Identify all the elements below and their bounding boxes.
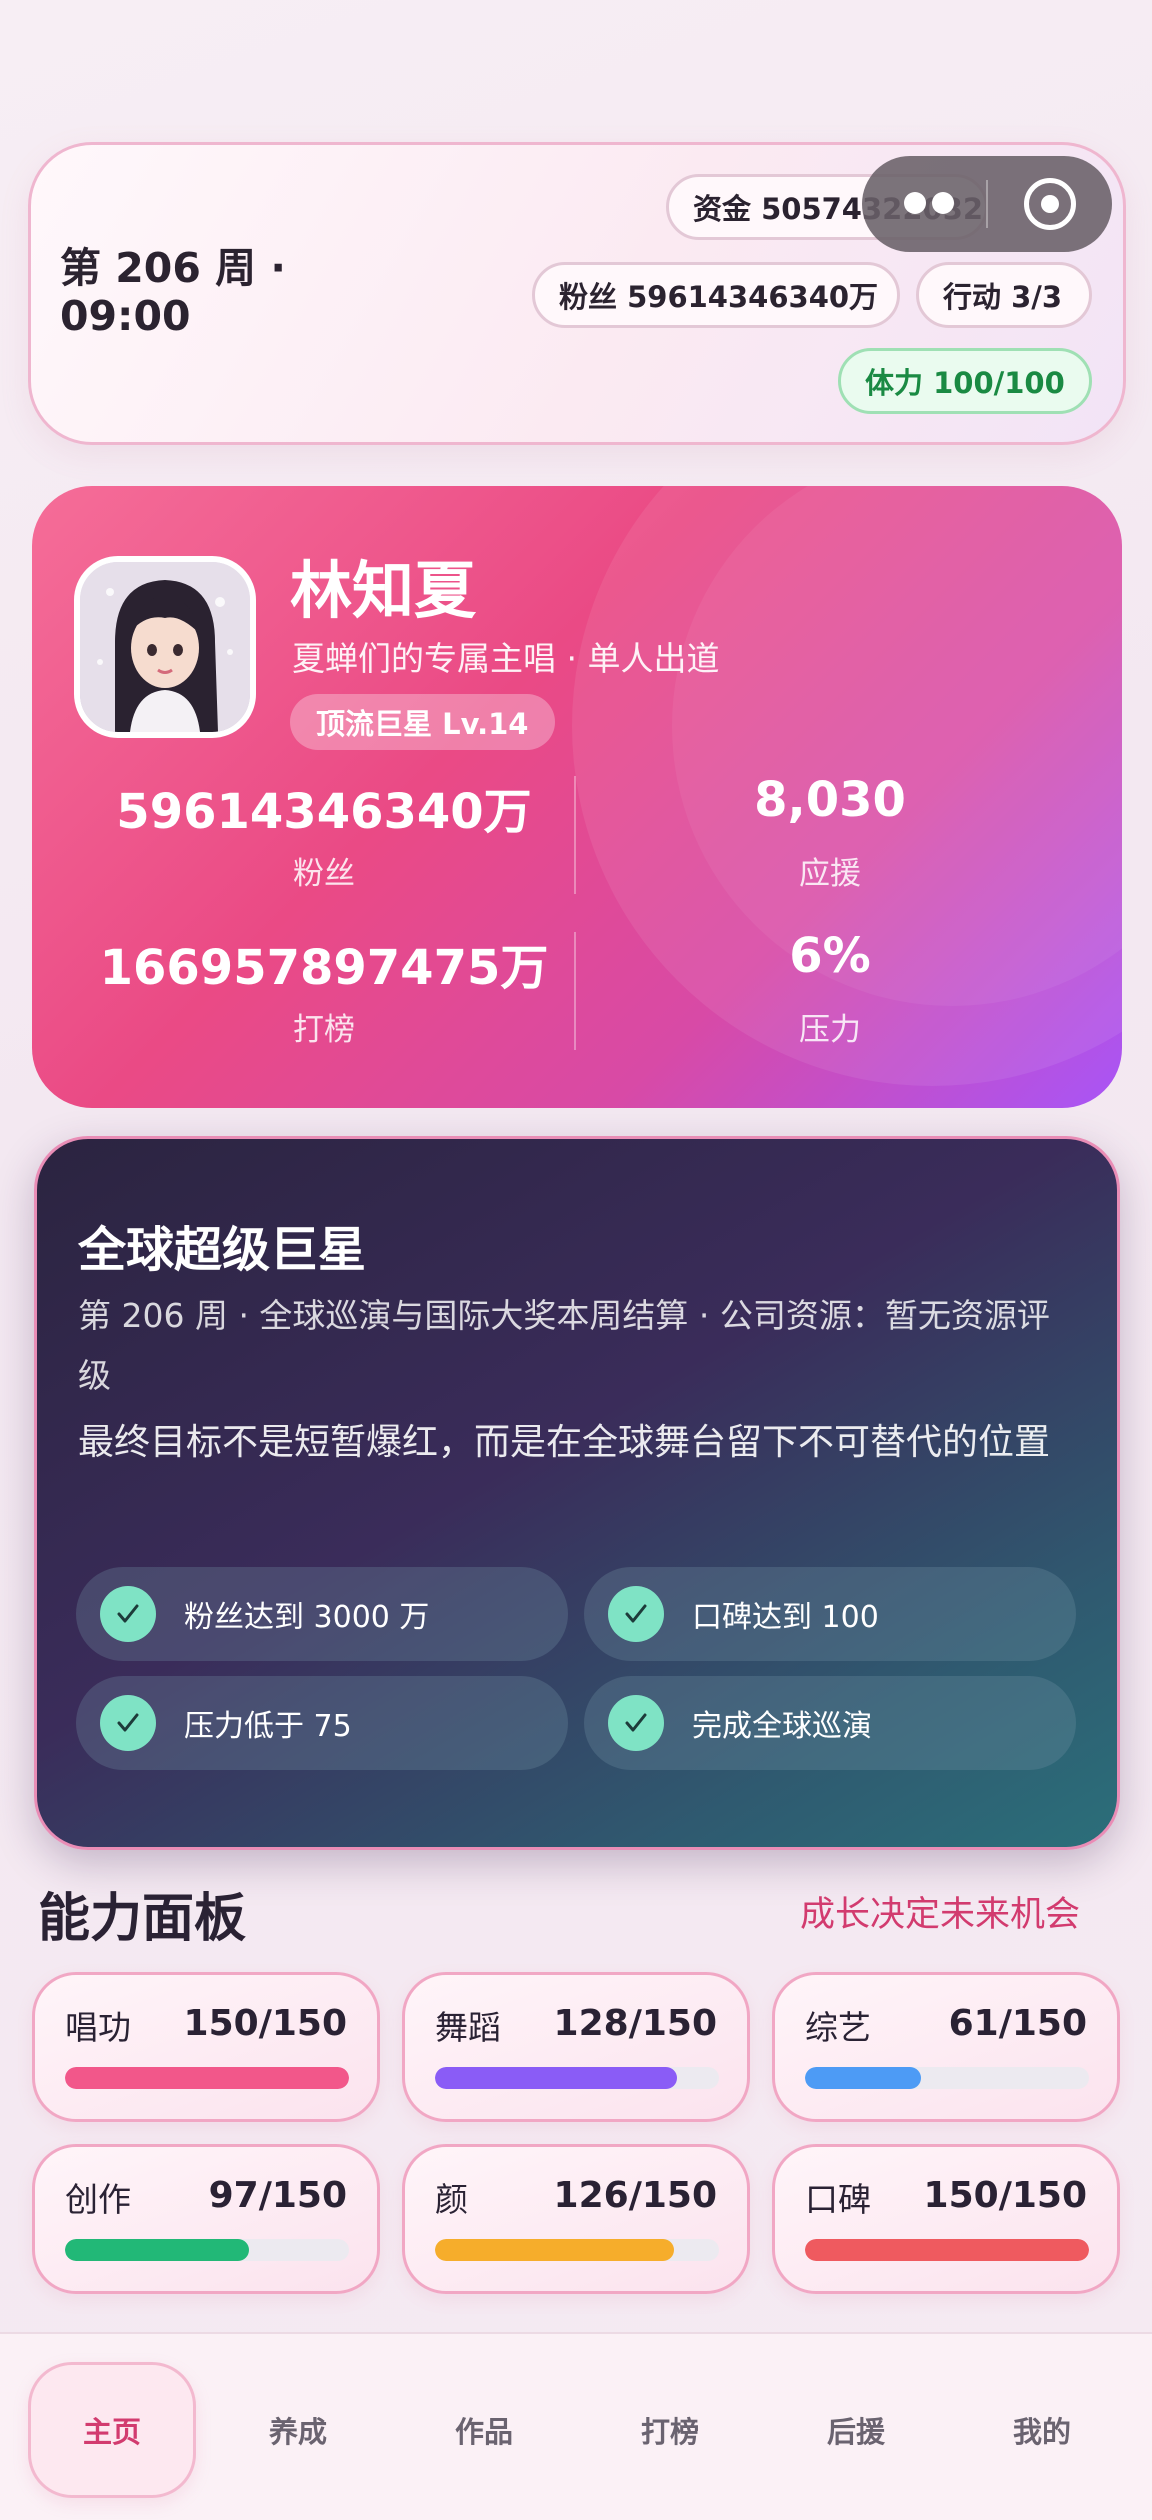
ability-card-looks[interactable]: 颜 126/150	[402, 2144, 750, 2294]
ability-card-creation[interactable]: 创作 97/150	[32, 2144, 380, 2294]
capsule-divider	[986, 180, 988, 228]
ability-panel-title: 能力面板	[38, 1889, 247, 1949]
more-icon[interactable]	[904, 192, 954, 214]
nav-mine[interactable]: 我的	[958, 2362, 1126, 2498]
ability-label: 唱功	[65, 2008, 131, 2047]
star-subtitle: 夏蝉们的专属主唱 · 单人出道	[292, 639, 720, 678]
ability-value: 128/150	[553, 2003, 717, 2044]
ability-card-reputation[interactable]: 口碑 150/150	[772, 2144, 1120, 2294]
check-icon	[100, 1586, 156, 1642]
goal-item-text: 口碑达到 100	[692, 1600, 879, 1635]
nav-training[interactable]: 养成	[214, 2362, 382, 2498]
goal-description: 第 206 周 · 全球巡演与国际大奖本周结算 · 公司资源：暂无资源评级	[78, 1296, 1050, 1395]
ability-label: 口碑	[805, 2180, 871, 2219]
goal-motto: 最终目标不是短暂爆红，而是在全球舞台留下不可替代的位置	[78, 1422, 1051, 1463]
ability-progress-fill	[435, 2067, 678, 2089]
week-time: 第 206 周 · 09:00	[60, 244, 286, 340]
star-name: 林知夏	[290, 554, 477, 627]
ability-value: 61/150	[948, 2003, 1087, 2044]
stat-divider	[574, 776, 576, 894]
stat-support-value: 8,030	[754, 772, 906, 828]
stat-chart-value: 166957897475万	[99, 940, 549, 996]
goal-title: 全球超级巨星	[78, 1222, 367, 1278]
avatar[interactable]	[74, 556, 256, 738]
ability-label: 舞蹈	[435, 2008, 501, 2047]
ability-progress-fill	[435, 2239, 674, 2261]
avatar-portrait-icon	[80, 562, 250, 732]
ability-label: 创作	[65, 2180, 131, 2219]
goal-item: 粉丝达到 3000 万	[76, 1567, 568, 1661]
nav-charts[interactable]: 打榜	[586, 2362, 754, 2498]
ability-value: 150/150	[923, 2175, 1087, 2216]
ability-progress-track	[805, 2239, 1089, 2261]
goal-item: 压力低于 75	[76, 1676, 568, 1770]
stat-support-label: 应援	[799, 856, 861, 892]
capsule-menu[interactable]	[862, 156, 1112, 252]
goal-item-text: 压力低于 75	[184, 1709, 352, 1744]
goal-item-text: 粉丝达到 3000 万	[184, 1600, 430, 1635]
check-icon	[100, 1695, 156, 1751]
ability-label: 综艺	[805, 2008, 871, 2047]
ability-progress-track	[435, 2067, 719, 2089]
fans-pill: 粉丝 59614346340万	[532, 262, 900, 328]
stat-divider	[574, 932, 576, 1050]
check-icon	[608, 1695, 664, 1751]
goal-item-text: 完成全球巡演	[692, 1709, 872, 1744]
stat-pressure-label: 压力	[799, 1012, 861, 1048]
stat-pressure-value: 6%	[789, 928, 871, 984]
ability-card-variety[interactable]: 综艺 61/150	[772, 1972, 1120, 2122]
close-target-icon[interactable]	[1024, 178, 1076, 230]
goal-item: 口碑达到 100	[584, 1567, 1076, 1661]
level-badge: 顶流巨星 Lv.14	[290, 694, 555, 750]
stat-fans-label: 粉丝	[293, 856, 355, 892]
ability-progress-fill	[65, 2067, 349, 2089]
goal-item: 完成全球巡演	[584, 1676, 1076, 1770]
stat-fans-value: 59614346340万	[116, 784, 532, 840]
ability-label: 颜	[435, 2180, 468, 2219]
stamina-pill: 体力 100/100	[838, 348, 1092, 414]
ability-progress-fill	[805, 2067, 921, 2089]
ability-progress-fill	[805, 2239, 1089, 2261]
ability-card-dance[interactable]: 舞蹈 128/150	[402, 1972, 750, 2122]
nav-home[interactable]: 主页	[28, 2362, 196, 2498]
ability-panel-hint: 成长决定未来机会	[800, 1895, 1081, 1935]
check-icon	[608, 1586, 664, 1642]
stat-chart-label: 打榜	[293, 1012, 355, 1048]
ability-card-singing[interactable]: 唱功 150/150	[32, 1972, 380, 2122]
ability-progress-track	[65, 2067, 349, 2089]
ability-value: 126/150	[553, 2175, 717, 2216]
ability-progress-track	[805, 2067, 1089, 2089]
nav-works[interactable]: 作品	[400, 2362, 568, 2498]
ability-progress-track	[65, 2239, 349, 2261]
action-pill: 行动 3/3	[916, 262, 1092, 328]
ability-value: 150/150	[183, 2003, 347, 2044]
nav-fanclub[interactable]: 后援	[772, 2362, 940, 2498]
ability-progress-track	[435, 2239, 719, 2261]
ability-value: 97/150	[208, 2175, 347, 2216]
ability-progress-fill	[65, 2239, 249, 2261]
